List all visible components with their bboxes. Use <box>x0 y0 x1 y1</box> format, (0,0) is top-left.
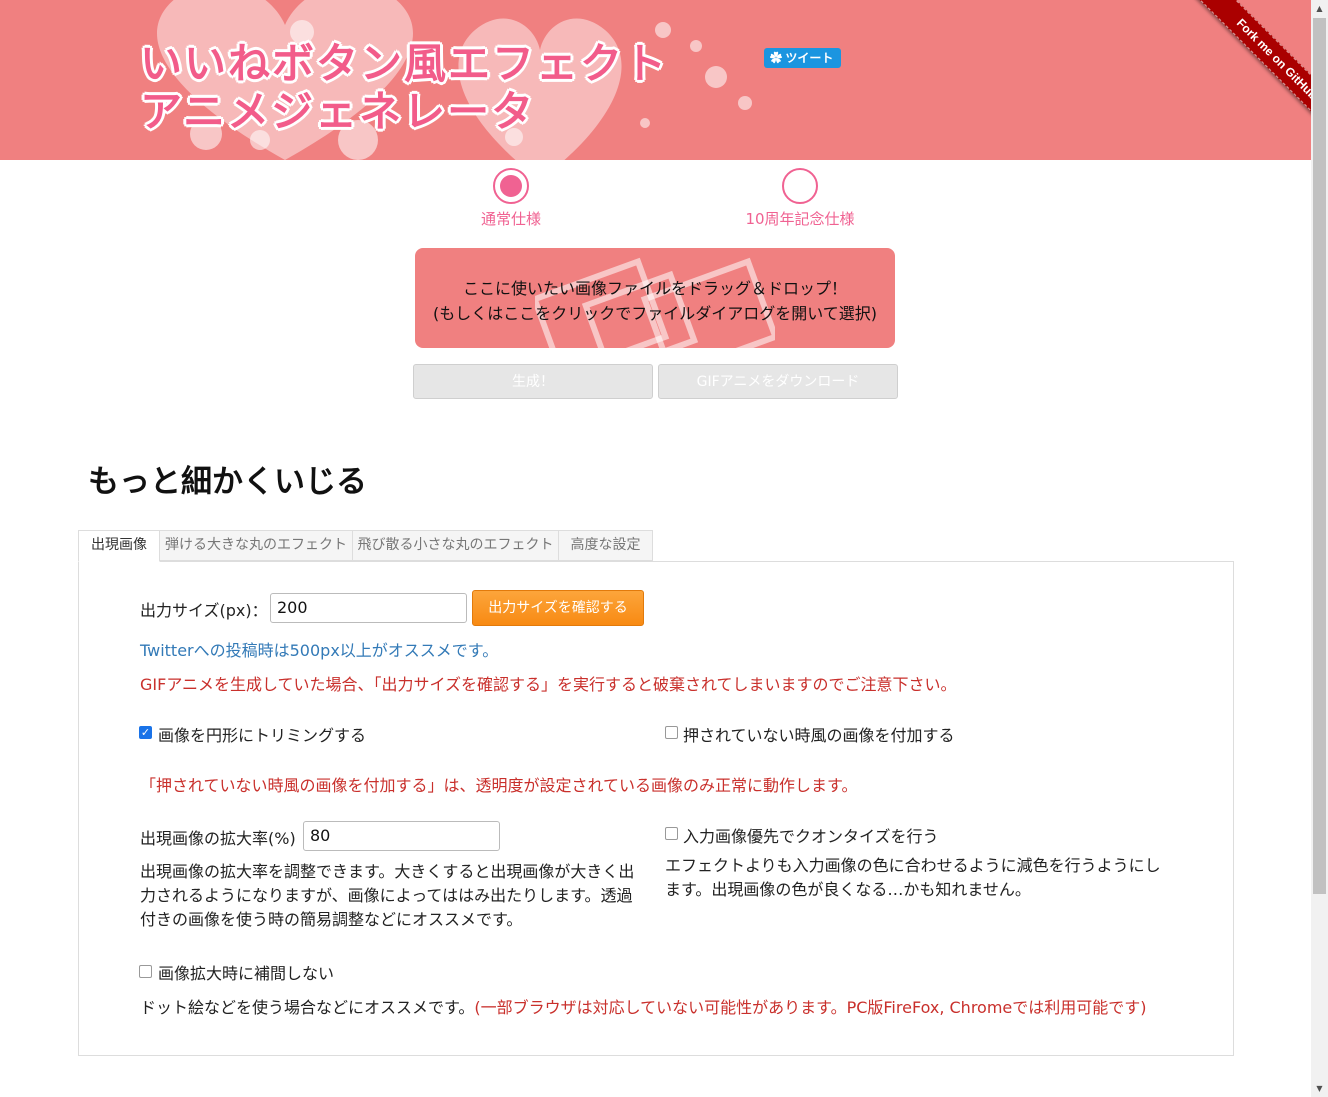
twitter-note: Twitterへの投稿時は500px以上がオススメです。 <box>140 641 499 660</box>
tab-small-circle-effect[interactable]: 飛び散る小さな丸のエフェクト <box>352 530 559 561</box>
bubble-decoration <box>738 96 752 110</box>
quantize-label[interactable]: 入力画像優先でクオンタイズを行う <box>683 823 939 847</box>
dropzone-text-line2: (もしくはここをクリックでファイルダイアログを開いて選択) <box>432 304 877 323</box>
confirm-size-button[interactable]: 出力サイズを確認する <box>472 590 644 626</box>
bubble-decoration <box>690 40 702 52</box>
scale-description: 出現画像の拡大率を調整できます。大きくすると出現画像が大きく出 力されるようにな… <box>140 862 635 929</box>
mode-normal-label: 通常仕様 <box>480 210 541 228</box>
mode-10th-anniversary[interactable]: 10周年記念仕様 <box>720 168 880 229</box>
scale-input[interactable]: 80 <box>303 821 500 851</box>
radio-unselected-icon[interactable] <box>782 168 818 204</box>
twitter-bird-icon: ✿ <box>770 51 783 65</box>
fork-me-link[interactable]: Fork me on GitHub <box>1193 0 1311 143</box>
no-interpolation-checkbox[interactable] <box>139 965 152 978</box>
download-gif-button[interactable]: GIFアニメをダウンロード <box>658 364 898 399</box>
scroll-up-icon[interactable]: ▲ <box>1311 0 1328 17</box>
tab-advanced-settings[interactable]: 高度な設定 <box>558 530 653 561</box>
radio-selected-icon[interactable] <box>493 168 529 204</box>
warning-note: GIFアニメを生成していた場合、「出力サイズを確認する」を実行すると破棄されてし… <box>140 675 957 694</box>
quantize-description: エフェクトよりも入力画像の色に合わせるように減色を行うようにし ます。出現画像の… <box>665 856 1161 899</box>
output-size-label: 出力サイズ(px)： <box>140 601 268 620</box>
tweet-button[interactable]: ✿ ツイート <box>764 48 842 68</box>
page-title-line2: アニメジェネレータ <box>140 87 536 136</box>
header-banner: いいねボタン風エフェクト アニメジェネレータ ✿ ツイート Fork me on… <box>0 0 1311 160</box>
trim-circle-checkbox[interactable]: ✓ <box>139 726 152 739</box>
bubble-decoration <box>640 118 650 128</box>
no-interpolation-label[interactable]: 画像拡大時に補間しない <box>158 960 334 984</box>
generate-button[interactable]: 生成！ <box>413 364 653 399</box>
bubble-decoration <box>705 66 727 88</box>
output-size-input[interactable]: 200 <box>270 593 467 623</box>
trim-circle-label[interactable]: 画像を円形にトリミングする <box>158 722 366 746</box>
mode-normal[interactable]: 通常仕様 <box>431 168 591 229</box>
vertical-scrollbar[interactable]: ▲ ▼ <box>1311 0 1328 1097</box>
tweet-label: ツイート <box>785 51 834 65</box>
scroll-thumb[interactable] <box>1313 18 1326 894</box>
unpressed-image-label[interactable]: 押されていない時風の画像を付加する <box>683 722 955 746</box>
section-title: もっと細かくいじる <box>88 464 367 500</box>
quantize-checkbox[interactable] <box>665 827 678 840</box>
file-drop-zone[interactable]: ここに使いたい画像ファイルをドラッグ＆ドロップ！ (もしくはここをクリックでファ… <box>415 248 895 348</box>
tab-big-circle-effect[interactable]: 弾ける大きな丸のエフェクト <box>159 530 353 561</box>
mode-10th-label: 10周年記念仕様 <box>745 210 855 228</box>
browser-support-warning: (一部ブラウザは対応していない可能性があります。PC版FireFox, Chro… <box>474 998 1147 1017</box>
unpressed-note: 「押されていない時風の画像を付加する」は、透明度が設定されている画像のみ正常に動… <box>140 776 858 795</box>
tab-appearance-image[interactable]: 出現画像 <box>78 530 160 562</box>
dropzone-text-line1: ここに使いたい画像ファイルをドラッグ＆ドロップ！ <box>462 279 847 298</box>
github-ribbon[interactable]: Fork me on GitHub <box>1162 0 1311 149</box>
unpressed-image-checkbox[interactable] <box>665 726 678 739</box>
no-interpolation-description: ドット絵などを使う場合などにオススメです。(一部ブラウザは対応していない可能性が… <box>140 998 1147 1017</box>
scale-label: 出現画像の拡大率(%) <box>140 829 296 848</box>
scroll-down-icon[interactable]: ▼ <box>1311 1080 1328 1097</box>
